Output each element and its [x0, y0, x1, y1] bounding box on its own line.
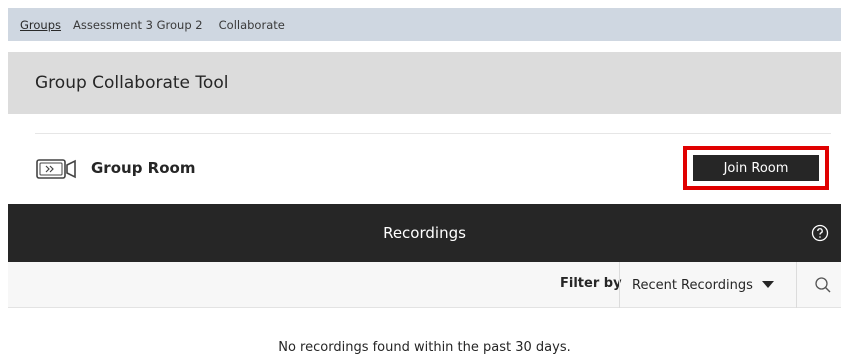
room-name: Group Room [91, 159, 196, 177]
page-title: Group Collaborate Tool [35, 73, 229, 93]
join-room-button[interactable]: Join Room [693, 155, 819, 181]
breadcrumb-group-name[interactable]: Assessment 3 Group 2 [73, 18, 203, 32]
recordings-filter-select[interactable]: Recent Recordings [620, 262, 796, 308]
search-divider [796, 262, 797, 308]
breadcrumb: Groups Assessment 3 Group 2 Collaborate [8, 8, 841, 41]
page-header: Group Collaborate Tool [8, 52, 841, 114]
join-room-highlight: Join Room [683, 146, 829, 190]
empty-recordings-message: No recordings found within the past 30 d… [278, 340, 571, 355]
filter-bar: Filter by Recent Recordings [8, 262, 841, 308]
filter-selected-value: Recent Recordings [632, 277, 753, 293]
group-room-row: Group Room Join Room [8, 134, 841, 204]
recordings-header: Recordings [8, 204, 841, 262]
help-circle-icon[interactable] [811, 224, 829, 242]
recordings-title: Recordings [383, 224, 466, 242]
search-icon[interactable] [814, 276, 832, 294]
caret-down-icon [762, 281, 774, 288]
breadcrumb-current: Collaborate [218, 17, 285, 32]
breadcrumb-groups-link[interactable]: Groups [20, 18, 61, 32]
video-camera-icon [36, 159, 76, 179]
filter-label: Filter by [560, 276, 622, 291]
